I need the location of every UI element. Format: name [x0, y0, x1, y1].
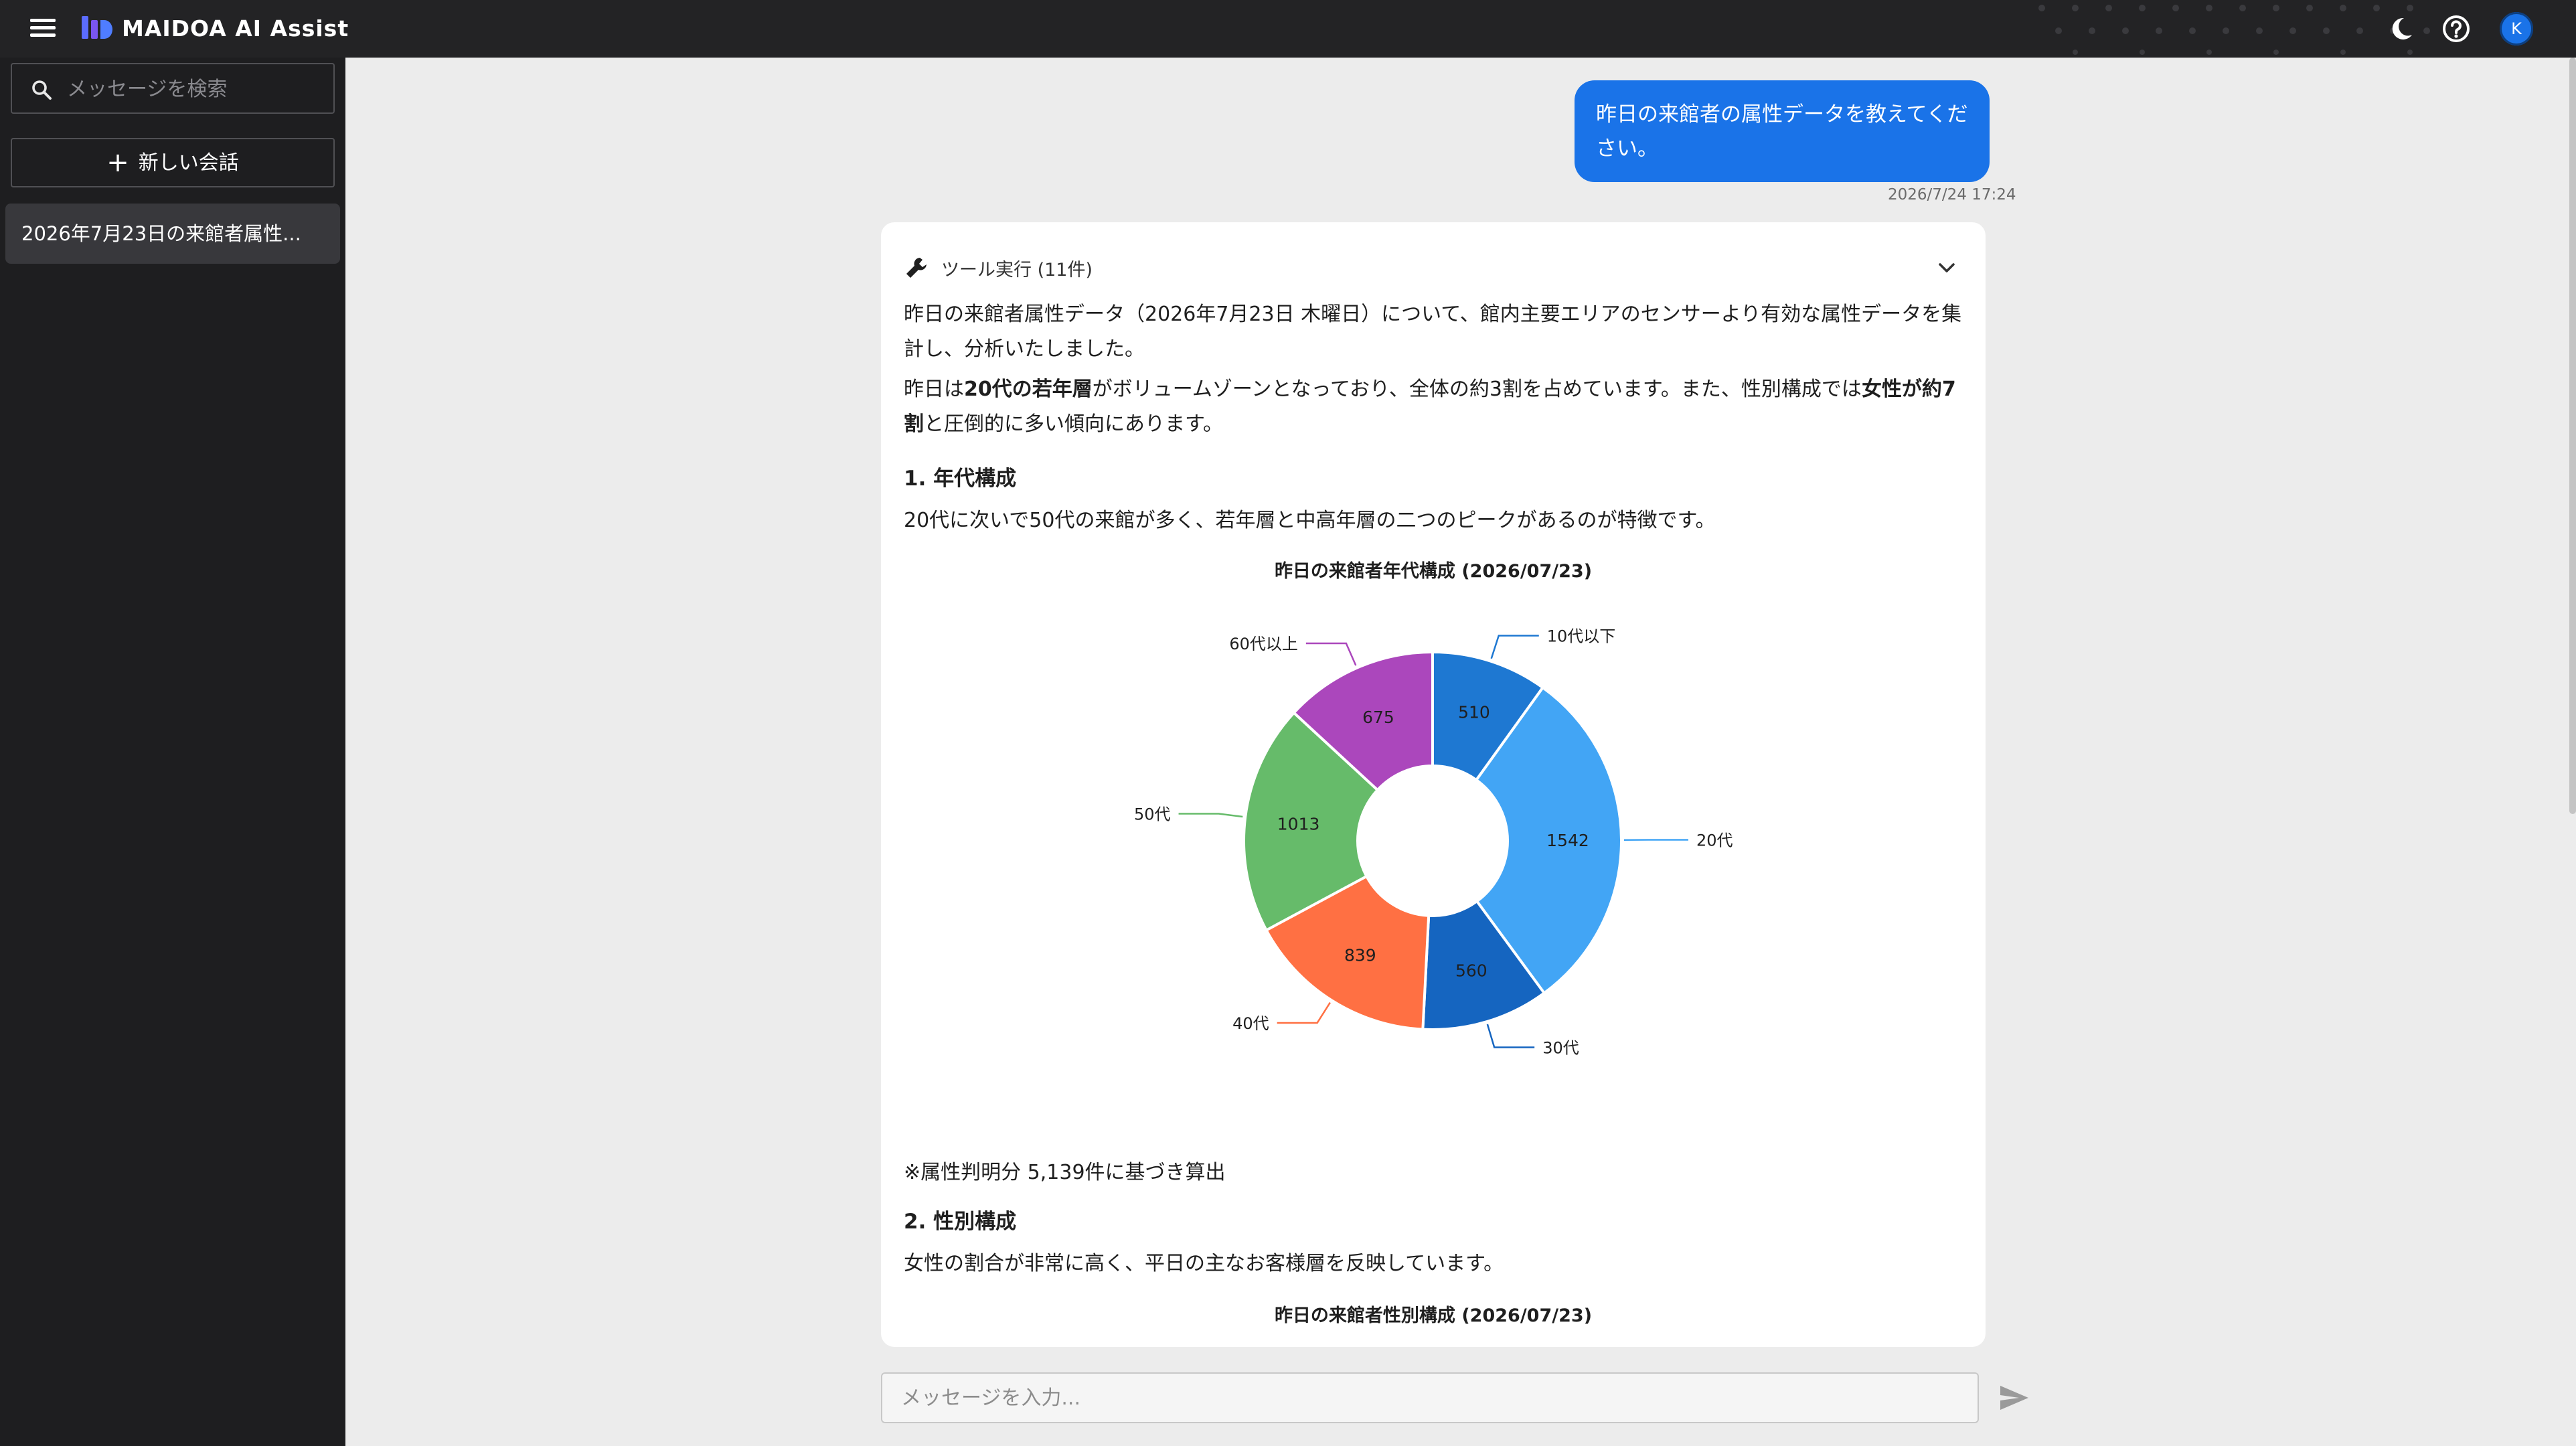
slice-category-label: 20代 — [1696, 831, 1733, 850]
age-donut-chart: 510 10代以下 1542 20代 560 30代 839 40代 1013 50代 675 60代… — [1134, 627, 1733, 1058]
slice-category-label: 50代 — [1134, 805, 1171, 823]
slice-value-label: 1013 — [1277, 815, 1320, 834]
leader-line — [1490, 635, 1539, 659]
gender-chart-title: 昨日の来館者性別構成 (2026/07/23) — [1274, 1305, 1593, 1326]
leader-line — [1486, 1024, 1535, 1048]
top-bar: MAIDOA AI Assist K — [0, 0, 2576, 58]
user-message-bubble: 昨日の来館者の属性データを教えてください。 — [1575, 80, 1990, 182]
search-icon — [32, 80, 52, 100]
section-text-gender: 女性の割合が非常に高く、平日の主なお客様層を反映しています。 — [904, 1252, 1504, 1275]
leader-line — [1277, 1001, 1331, 1024]
slice-value-label: 510 — [1458, 703, 1490, 722]
user-message-timestamp: 2026/7/24 17:24 — [1888, 186, 2016, 204]
moon-icon[interactable] — [2386, 13, 2417, 44]
section-heading-gender: 2. 性別構成 — [904, 1210, 1017, 1234]
decorative-dot-pattern — [2038, 5, 2430, 55]
slice-category-label: 60代以上 — [1229, 635, 1298, 653]
slice-value-label: 675 — [1362, 708, 1394, 727]
slice-value-label: 1542 — [1546, 831, 1589, 850]
slice-value-label: 839 — [1344, 946, 1376, 965]
search-box[interactable] — [11, 63, 335, 114]
menu-icon[interactable] — [27, 15, 59, 43]
slice-value-label: 560 — [1455, 961, 1487, 981]
leader-line — [1305, 642, 1357, 666]
conversation-item[interactable]: 2026年7月23日の来館者属性... — [5, 204, 340, 264]
assistant-message-card: ツール実行 (11件) 昨日の来館者属性データ（2026年7月23日 木曜日）に… — [881, 222, 1986, 1347]
app-title: MAIDOA AI Assist — [122, 15, 349, 42]
send-icon[interactable] — [1998, 1383, 2031, 1413]
new-chat-button[interactable]: + 新しい会話 — [11, 138, 335, 187]
avatar[interactable]: K — [2500, 12, 2533, 46]
new-chat-label: 新しい会話 — [138, 151, 239, 175]
search-input[interactable] — [66, 75, 323, 103]
slice-category-label: 10代以下 — [1547, 627, 1616, 646]
help-icon[interactable] — [2441, 13, 2472, 44]
plus-icon: + — [106, 147, 129, 178]
sidebar: + 新しい会話 2026年7月23日の来館者属性... — [0, 58, 345, 1446]
logo-icon — [82, 16, 112, 39]
scrollbar[interactable] — [2569, 58, 2576, 814]
leader-line — [1178, 813, 1243, 818]
message-input[interactable] — [881, 1372, 1979, 1423]
slice-category-label: 40代 — [1232, 1014, 1269, 1033]
footnote: ※属性判明分 5,139件に基づき算出 — [904, 1161, 1226, 1184]
slice-category-label: 30代 — [1542, 1039, 1579, 1058]
